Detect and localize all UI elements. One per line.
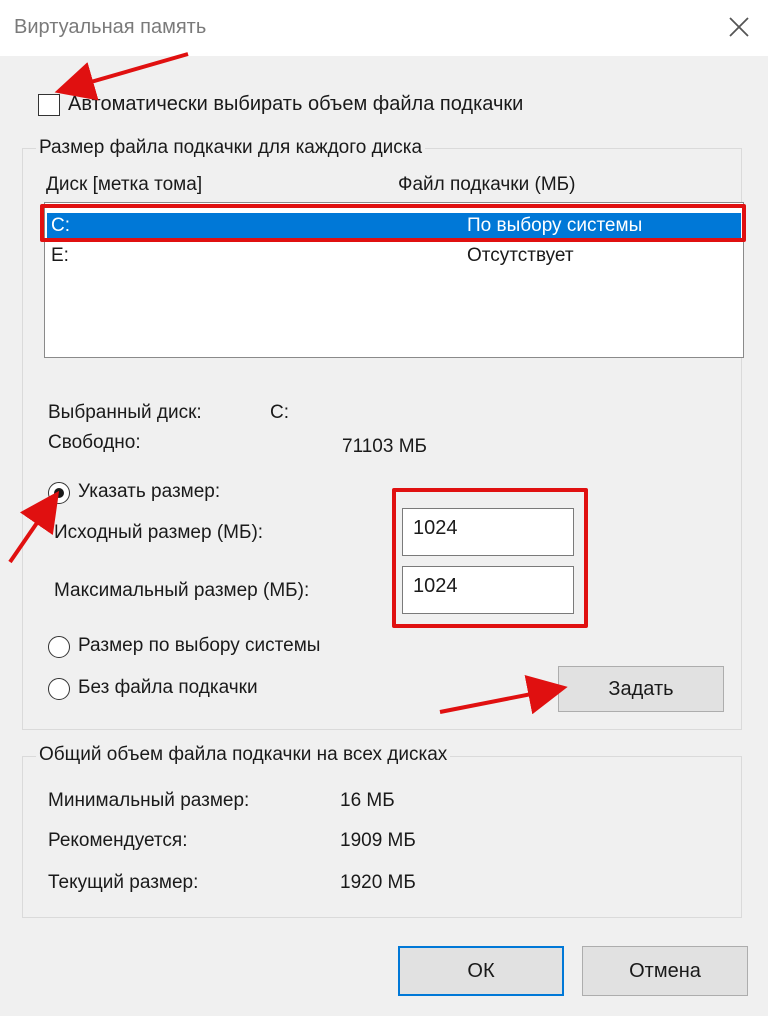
arrow-to-auto-checkbox bbox=[54, 52, 189, 101]
no-paging-radio[interactable] bbox=[48, 678, 70, 700]
min-size-value: 16 МБ bbox=[340, 790, 395, 811]
per-disk-group-title: Размер файла подкачки для каждого диска bbox=[36, 137, 426, 159]
initial-size-label: Исходный размер (МБ): bbox=[54, 522, 264, 543]
window-title: Виртуальная память bbox=[14, 16, 207, 38]
cancel-button[interactable]: Отмена bbox=[582, 946, 748, 996]
highlight-size-inputs bbox=[392, 488, 588, 628]
current-size-label: Текущий размер: bbox=[48, 872, 199, 893]
disk-letter: E: bbox=[51, 245, 69, 266]
system-size-label[interactable]: Размер по выбору системы bbox=[78, 635, 320, 657]
auto-size-checkbox[interactable] bbox=[38, 94, 60, 116]
auto-size-label[interactable]: Автоматически выбирать объем файла подка… bbox=[68, 93, 523, 116]
selected-disk-label: Выбранный диск: bbox=[48, 402, 202, 423]
title-bar: Виртуальная память bbox=[0, 0, 768, 56]
current-size-value: 1920 МБ bbox=[340, 872, 416, 893]
paging-value: Отсутствует bbox=[467, 245, 574, 266]
set-button[interactable]: Задать bbox=[558, 666, 724, 712]
free-space-value: 71103 МБ bbox=[342, 436, 427, 457]
total-group-title: Общий объем файла подкачки на всех диска… bbox=[36, 744, 451, 766]
list-item-disk-e[interactable]: E: Отсутствует bbox=[47, 243, 741, 269]
no-paging-label[interactable]: Без файла подкачки bbox=[78, 677, 258, 699]
selected-disk-value: C: bbox=[270, 402, 289, 423]
max-size-label: Максимальный размер (МБ): bbox=[54, 580, 310, 601]
recommended-label: Рекомендуется: bbox=[48, 830, 188, 851]
custom-size-radio[interactable] bbox=[48, 482, 70, 504]
min-size-label: Минимальный размер: bbox=[48, 790, 250, 811]
free-space-label: Свободно: bbox=[48, 432, 141, 453]
recommended-value: 1909 МБ bbox=[340, 830, 416, 851]
close-icon[interactable] bbox=[726, 14, 752, 40]
system-size-radio[interactable] bbox=[48, 636, 70, 658]
ok-button[interactable]: ОК bbox=[398, 946, 564, 996]
column-header-paging: Файл подкачки (МБ) bbox=[398, 174, 576, 195]
custom-size-label[interactable]: Указать размер: bbox=[78, 481, 220, 503]
column-header-disk: Диск [метка тома] bbox=[46, 174, 203, 195]
highlight-selected-disk bbox=[40, 204, 746, 242]
